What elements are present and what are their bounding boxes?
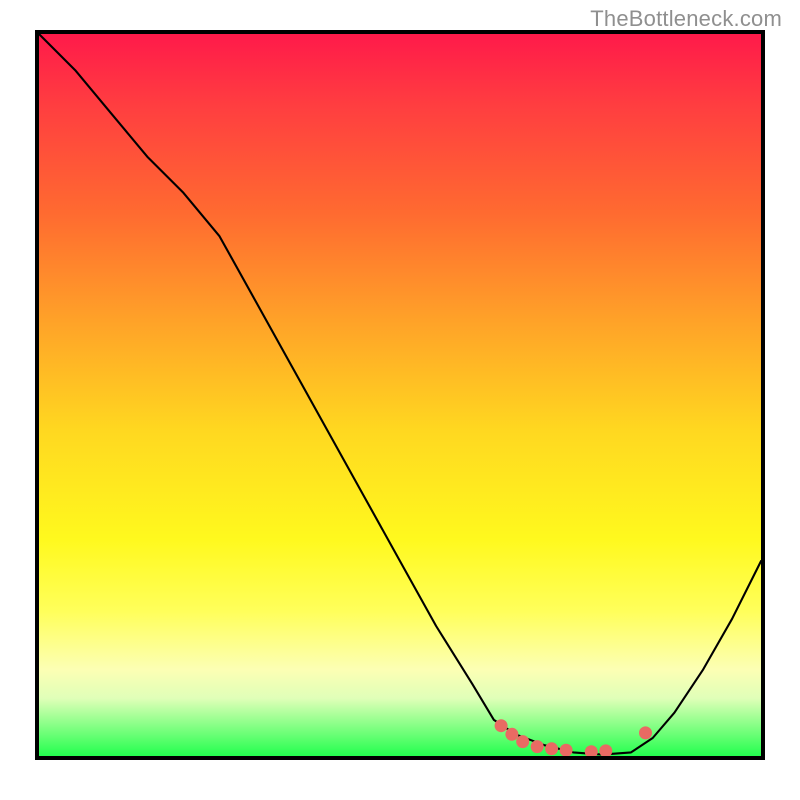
- marker-point: [560, 744, 573, 756]
- marker-point: [505, 728, 518, 741]
- marker-series: [495, 719, 652, 756]
- chart-container: TheBottleneck.com: [0, 0, 800, 800]
- marker-point: [495, 719, 508, 732]
- plot-area: [35, 30, 765, 760]
- marker-point: [545, 742, 558, 755]
- chart-overlay: [39, 34, 761, 756]
- marker-point: [585, 745, 598, 756]
- line-series-curve: [39, 34, 761, 755]
- marker-point: [599, 744, 612, 756]
- marker-point: [516, 735, 529, 748]
- watermark-text: TheBottleneck.com: [590, 6, 782, 32]
- marker-point: [531, 740, 544, 753]
- marker-point: [639, 726, 652, 739]
